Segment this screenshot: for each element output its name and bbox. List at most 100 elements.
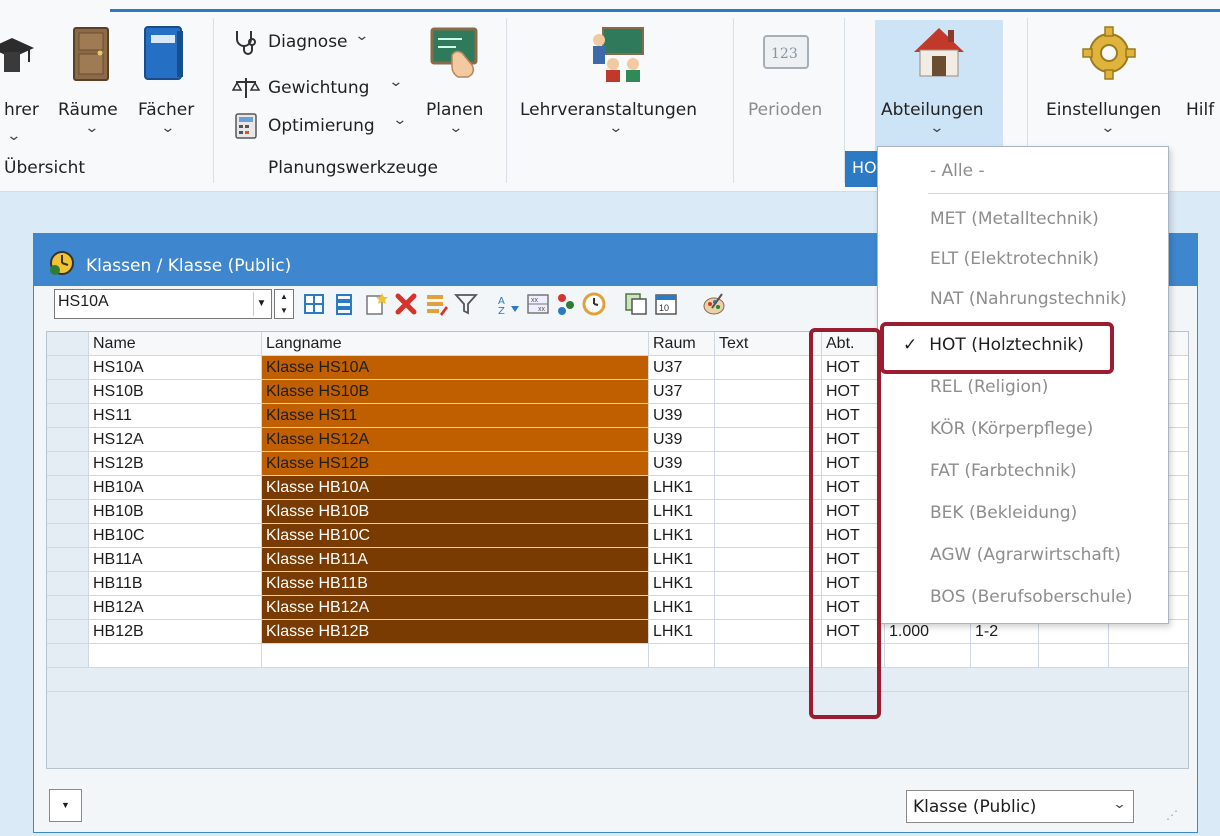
ribbon-button-hilfe[interactable]: Hilf	[1186, 20, 1220, 150]
ribbon-button-label: Planen	[426, 100, 484, 120]
ribbon-button-lehrveranstaltungen[interactable]: Lehrveranstaltungen ⌄	[514, 20, 724, 150]
dropdown-item[interactable]: BOS (Berufsoberschule)	[930, 587, 1133, 607]
svg-text:Z: Z	[498, 306, 505, 316]
ribbon-separator	[733, 18, 734, 183]
diagnose-button[interactable]: Diagnose ⌄	[232, 28, 369, 58]
cell-name	[89, 668, 262, 692]
view-selector[interactable]: Klasse (Public) ⌄	[906, 790, 1134, 823]
row-selector[interactable]	[47, 596, 89, 620]
row-selector[interactable]	[47, 500, 89, 524]
cell-factor	[885, 644, 971, 668]
cell-text	[715, 380, 822, 404]
cell-text	[715, 404, 822, 428]
ribbon-button-label: Perioden	[748, 100, 823, 120]
row-selector[interactable]	[47, 380, 89, 404]
row-selector[interactable]	[47, 548, 89, 572]
cell-text	[715, 572, 822, 596]
column-header-langname[interactable]: Langname	[262, 332, 649, 356]
cell-langname	[262, 644, 649, 668]
dropdown-item[interactable]: FAT (Farbtechnik)	[930, 461, 1077, 481]
ribbon-button-label: Lehrveranstaltungen	[520, 100, 697, 120]
optimierung-button[interactable]: Optimierung ⌄	[232, 112, 407, 142]
people-icon[interactable]	[554, 292, 578, 316]
spin-down-icon[interactable]: ▼	[275, 304, 293, 318]
clock-24-icon	[50, 251, 74, 275]
cell-empty	[1039, 668, 1109, 692]
row-selector[interactable]	[47, 356, 89, 380]
calendar-icon[interactable]: 10	[654, 292, 678, 316]
row-selector[interactable]	[47, 428, 89, 452]
class-selector[interactable]: HS10A ▼	[54, 289, 272, 319]
ribbon-button-perioden[interactable]: 123 Perioden	[740, 20, 840, 150]
clock-icon[interactable]	[582, 292, 606, 316]
table-icon[interactable]: xx xx	[526, 292, 550, 316]
cell-name: HS10A	[89, 356, 262, 380]
ribbon-button-einstellungen[interactable]: Einstellungen ⌄	[1040, 20, 1180, 150]
teacher-icon	[0, 38, 34, 72]
cell-text	[715, 452, 822, 476]
column-header-name[interactable]: Name	[89, 332, 262, 356]
list-view-icon[interactable]	[332, 292, 356, 316]
chevron-down-icon: ⌄	[448, 120, 464, 136]
column-header-raum[interactable]: Raum	[649, 332, 715, 356]
cell-raum: LHK1	[649, 476, 715, 500]
cell-text	[715, 500, 822, 524]
dropdown-item[interactable]: BEK (Bekleidung)	[930, 503, 1077, 523]
cell-text	[715, 356, 822, 380]
door-icon	[73, 27, 109, 81]
sort-az-icon[interactable]: AZ	[496, 292, 520, 316]
dropdown-item[interactable]: NAT (Nahrungstechnik)	[930, 289, 1127, 309]
bottom-bar: ▼ Klasse (Public) ⌄ ⋰	[34, 772, 1197, 832]
cell-raum: LHK1	[649, 596, 715, 620]
row-selector[interactable]	[47, 668, 89, 692]
cell-empty	[1109, 644, 1188, 668]
dropdown-item[interactable]: REL (Religion)	[930, 377, 1048, 397]
copy-icon[interactable]	[624, 292, 648, 316]
delete-icon[interactable]	[394, 292, 418, 316]
column-header-text[interactable]: Text	[715, 332, 822, 356]
cell-name: HB12A	[89, 596, 262, 620]
ribbon-button-raeume[interactable]: Räume ⌄	[54, 20, 134, 150]
filter-icon[interactable]	[454, 292, 478, 316]
dropdown-item[interactable]: AGW (Agrarwirtschaft)	[930, 545, 1121, 565]
spin-up-icon[interactable]: ▲	[275, 290, 293, 304]
dropdown-item-label: AGW (Agrarwirtschaft)	[930, 545, 1121, 565]
hot-item-highlight	[880, 322, 1114, 374]
row-selector[interactable]	[47, 404, 89, 428]
class-spinner[interactable]: ▲ ▼	[274, 289, 294, 319]
dropdown-item-label: NAT (Nahrungstechnik)	[930, 289, 1127, 309]
cell-raum: U37	[649, 356, 715, 380]
row-selector[interactable]	[47, 644, 89, 668]
cell-langname: Klasse HS10B	[262, 380, 649, 404]
ribbon-button-label: hrer	[4, 100, 39, 120]
grid-view-icon[interactable]	[302, 292, 326, 316]
cell-name: HB11A	[89, 548, 262, 572]
resize-grip-icon[interactable]: ⋰	[1166, 808, 1178, 822]
dropdown-item[interactable]: ELT (Elektrotechnik)	[930, 249, 1099, 269]
chevron-down-icon: ⌄	[354, 28, 370, 44]
new-document-icon[interactable]	[364, 292, 388, 316]
row-selector[interactable]	[47, 572, 89, 596]
cell-raum: U39	[649, 428, 715, 452]
chevron-down-icon[interactable]: ▼	[253, 292, 269, 316]
dropdown-item[interactable]: - Alle -	[930, 161, 985, 181]
ribbon-button-abteilungen[interactable]: Abteilungen ⌄	[875, 20, 1003, 150]
gewichtung-button[interactable]: Gewichtung ⌄	[232, 74, 403, 104]
dropdown-item[interactable]: KÖR (Körperpflege)	[930, 419, 1093, 439]
list-edit-icon[interactable]	[424, 292, 448, 316]
ribbon-button-faecher[interactable]: Fächer ⌄	[134, 20, 204, 150]
row-selector[interactable]	[47, 452, 89, 476]
ribbon-button-label: Räume	[58, 100, 118, 120]
row-selector[interactable]	[47, 524, 89, 548]
row-selector[interactable]	[47, 620, 89, 644]
hand-board-icon	[430, 27, 478, 78]
paint-icon[interactable]	[702, 292, 726, 316]
ribbon-button-lehrer[interactable]: hrer ⌄	[0, 20, 50, 150]
diagnose-label: Diagnose	[268, 32, 348, 52]
row-selector[interactable]	[47, 476, 89, 500]
dropdown-item[interactable]: MET (Metalltechnik)	[930, 209, 1099, 229]
cell-text	[715, 620, 822, 644]
bottom-menu-button[interactable]: ▼	[49, 789, 82, 822]
ribbon-button-planen[interactable]: Planen ⌄	[418, 20, 498, 150]
cell-empty	[1039, 644, 1109, 668]
